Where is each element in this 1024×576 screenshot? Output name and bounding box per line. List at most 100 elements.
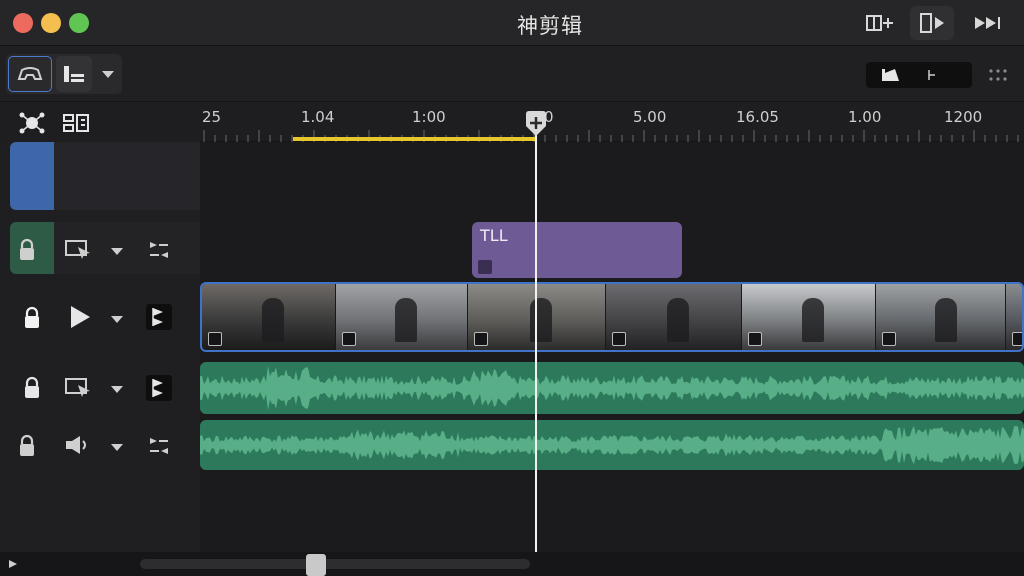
video-thumbnail [742, 284, 876, 350]
play-icon[interactable] [8, 559, 18, 569]
timeline-ruler[interactable]: 25 1.04 1:00 0 5.00 16.05 1.00 1200 [200, 102, 1024, 142]
overlay-track-tools-button[interactable] [146, 237, 172, 263]
layout-toggle-button[interactable] [910, 6, 954, 40]
audio-track-1-lock-button[interactable] [10, 362, 54, 414]
selection-range-bar[interactable] [293, 137, 536, 141]
thumbnail-figure [530, 298, 553, 342]
scroll-track[interactable] [140, 559, 530, 569]
audio-waveform [200, 365, 1024, 411]
video-track-header-bg [54, 142, 200, 210]
main-video-clip[interactable] [200, 282, 1024, 352]
timeline-area[interactable]: TLL [200, 142, 1024, 552]
fast-forward-button[interactable] [966, 6, 1010, 40]
audio-track-2-lock-button[interactable] [0, 420, 54, 472]
chevron-down-icon[interactable] [110, 246, 124, 256]
chevron-down-icon[interactable] [110, 384, 124, 394]
clip-type-icon [474, 332, 488, 346]
clip-type-icon [748, 332, 762, 346]
clip-type-icon [208, 332, 222, 346]
thumbnail-figure [262, 298, 285, 342]
thumbnail-figure [802, 298, 825, 342]
video-thumbnail [468, 284, 606, 350]
snap-icon[interactable] [18, 110, 46, 136]
lock-icon [25, 306, 39, 328]
editor-toolbar [0, 46, 1024, 102]
title-bar: 神剪辑 [0, 0, 1024, 46]
title-clip-label: TLL [480, 226, 508, 245]
clip-type-icon [612, 332, 626, 346]
layout-toggle-icon [920, 13, 944, 33]
thumbnail-figure [395, 298, 418, 342]
ruler-label: 1200 [944, 108, 983, 126]
fast-forward-icon [975, 17, 1000, 29]
main-video-tools-button[interactable] [146, 304, 172, 330]
waveform-shape [200, 365, 1024, 411]
track-edit-icon [152, 308, 163, 326]
playhead-handle[interactable] [524, 110, 548, 138]
title-clip[interactable]: TLL [472, 222, 682, 278]
thumbnail-figure [934, 298, 957, 342]
audio-track-2-volume-button[interactable] [64, 434, 92, 456]
audio-track-2-tools-button[interactable] [146, 433, 172, 459]
mode-switcher [6, 54, 122, 94]
overlay-video-icon [65, 378, 90, 397]
main-video-track-header [0, 284, 200, 352]
track-adjust-icon [150, 438, 168, 454]
main-video-play-button[interactable] [68, 304, 92, 330]
clip-type-icon [342, 332, 356, 346]
audio-track-2-header [0, 420, 200, 472]
marker-view-button[interactable] [920, 64, 944, 86]
overlay-video-icon [65, 240, 90, 259]
track-edit-icon [152, 379, 163, 397]
waveform-shape [200, 425, 1024, 465]
audio-waveform [200, 425, 1024, 465]
audio-clip-1[interactable] [200, 362, 1024, 414]
overview-mode-button[interactable] [8, 56, 52, 92]
video-thumbnail [876, 284, 1006, 350]
chevron-down-icon [102, 71, 114, 78]
ruler-tools [0, 102, 200, 142]
video-thumbnail [606, 284, 742, 350]
overlay-track-header [0, 222, 200, 278]
ruler-label: 5.00 [633, 108, 667, 126]
clip-view-icon [882, 69, 899, 81]
audio-track-1-tools-button[interactable] [146, 375, 172, 401]
chevron-down-icon[interactable] [110, 314, 124, 324]
horizontal-scrollbar [0, 552, 1024, 576]
overlay-track-type-button[interactable] [64, 238, 92, 260]
add-track-button[interactable] [858, 6, 902, 40]
lock-icon [25, 376, 39, 398]
scroll-thumb[interactable] [306, 554, 326, 576]
clip-type-icon [882, 332, 896, 346]
clip-type-icon [1012, 332, 1022, 346]
ruler-label: 1.04 [301, 108, 335, 126]
track-layout-button[interactable] [56, 56, 92, 92]
ruler-label: 25 [202, 108, 222, 126]
add-track-icon [866, 15, 893, 31]
audio-clip-2[interactable] [200, 420, 1024, 470]
clip-view-button[interactable] [868, 64, 914, 86]
chevron-down-icon[interactable] [110, 442, 124, 452]
link-clips-icon[interactable] [62, 112, 90, 134]
audio-track-1-header [0, 362, 200, 414]
video-track-lock-active [10, 142, 54, 210]
grip-icon[interactable] [988, 68, 1008, 82]
track-layout-icon [64, 66, 84, 82]
playhead-line[interactable] [535, 124, 537, 552]
text-clip-icon [478, 260, 492, 274]
main-video-track-lock-button[interactable] [10, 284, 54, 352]
overlay-track-lock-button[interactable] [0, 222, 54, 278]
audio-track-1-type-button[interactable] [64, 376, 92, 398]
lock-icon [20, 434, 34, 456]
mode-dropdown-button[interactable] [96, 56, 120, 92]
track-adjust-icon [150, 242, 168, 258]
ruler-label: 16.05 [736, 108, 779, 126]
overview-icon [17, 67, 43, 80]
lock-icon [20, 238, 34, 260]
speaker-icon [66, 436, 86, 454]
play-icon [71, 306, 90, 328]
view-switcher [866, 62, 972, 88]
video-thumbnail [202, 284, 336, 350]
thumbnail-figure [667, 298, 690, 342]
ruler-label: 1.00 [848, 108, 882, 126]
